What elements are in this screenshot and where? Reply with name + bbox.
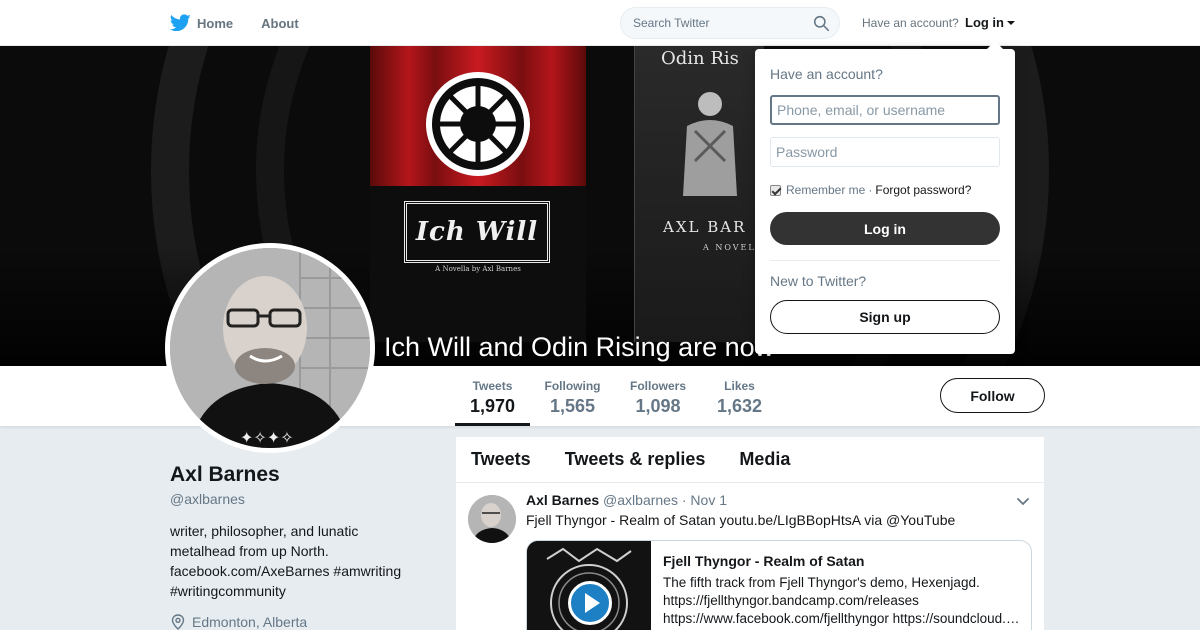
stat-label: Followers [629,379,686,393]
book1-subtitle: A Novella by Axl Barnes [435,265,521,273]
login-link-label: Log in [965,15,1004,30]
signup-button[interactable]: Sign up [770,300,1000,334]
search-box[interactable]: Search Twitter [620,7,840,39]
login-dropdown-toggle[interactable]: Log in [965,15,1015,30]
password-input[interactable] [770,137,1000,167]
play-icon[interactable] [568,581,612,625]
new-to-twitter-text: New to Twitter? [770,273,867,289]
card-desc-line: The fifth track from Fjell Thyngor's dem… [663,575,980,590]
book1-title: Ich Will [415,217,539,247]
caret-down-icon [1007,20,1015,25]
profile-avatar[interactable]: ✦✧✦✧ [165,243,375,453]
stat-followers[interactable]: Followers 1,098 [625,366,691,426]
stat-value: 1,632 [716,396,763,416]
stat-tweets[interactable]: Tweets 1,970 [455,366,530,426]
nav-about[interactable]: About [261,0,299,46]
tweet-separator: · [681,492,687,508]
follow-button[interactable]: Follow [940,378,1045,413]
dropdown-divider [770,260,1000,261]
nav-home[interactable]: Home [170,0,233,46]
book2-tagline: A NOVEL [703,243,756,252]
nav-home-label: Home [197,15,234,31]
book-cover-ich-will: Ich Will A Novella by Axl Barnes [370,46,586,342]
stat-value: 1,970 [469,396,516,416]
stat-value: 1,565 [549,396,596,416]
book-cover-odin-rising: Odin Ris AXL BAR A NOVEL [634,46,764,342]
tab-tweets-replies[interactable]: Tweets & replies [565,449,706,470]
black-sun-emblem [426,72,530,176]
location-pin-icon [171,614,185,630]
tweet-text: Fjell Thyngor - Realm of Satan youtu.be/… [526,512,956,528]
book1-title-frame: Ich Will [404,201,550,263]
card-thumbnail[interactable] [527,541,651,630]
tweet-author-name[interactable]: Axl Barnes [526,492,599,508]
forgot-password-link[interactable]: Forgot password? [875,183,971,197]
stat-likes[interactable]: Likes 1,632 [712,366,767,426]
card-description: The fifth track from Fjell Thyngor's dem… [663,574,1023,628]
card-desc-line: https://www.facebook.com/fjellthyngor ht… [663,611,1023,626]
stat-label: Likes [724,379,755,393]
remember-separator: · [868,183,873,197]
login-dropdown: Have an account? Remember me · Forgot pa… [755,41,1015,354]
card-desc-line: https://fjellthyngor.bandcamp.com/releas… [663,593,919,608]
login-button[interactable]: Log in [770,212,1000,245]
tweet-header: Axl Barnes @axlbarnes · Nov 1 [526,492,727,508]
card-title: Fjell Thyngor - Realm of Satan [663,553,865,569]
timeline-tabs: Tweets Tweets & replies Media [456,437,1044,483]
bio-line-link[interactable]: facebook.com/AxeBarnes #amwriting [170,561,420,581]
svg-text:✦✧✦✧: ✦✧✦✧ [240,428,294,447]
stat-value: 1,098 [635,396,681,416]
avatar-photo: ✦✧✦✧ [170,248,370,448]
stat-label: Following [544,379,601,393]
profile-handle[interactable]: @axlbarnes [170,491,245,507]
nav-about-label: About [261,15,299,31]
have-account-text: Have an account? [862,16,959,30]
banner-caption: Ich Will and Odin Rising are now [384,332,775,362]
stat-following[interactable]: Following 1,565 [540,366,605,426]
dropdown-heading: Have an account? [770,66,883,82]
remember-me-checkbox[interactable] [770,184,781,196]
book2-title: Odin Ris [661,48,739,69]
tweet-item[interactable]: Axl Barnes @axlbarnes · Nov 1 Fjell Thyn… [456,483,1044,630]
top-nav: Home About Search Twitter Have an accoun… [0,0,1200,46]
tweet-timestamp[interactable]: Nov 1 [690,492,727,508]
chevron-down-icon[interactable] [1016,497,1030,507]
bio-line-hashtag[interactable]: #writingcommunity [170,581,420,601]
profile-bio: writer, philosopher, and lunatic metalhe… [170,521,420,601]
link-card[interactable]: Fjell Thyngor - Realm of Satan The fifth… [526,540,1032,630]
book2-figure-illustration [683,92,737,196]
timeline: Tweets Tweets & replies Media Axl Barnes… [456,437,1044,630]
search-input[interactable]: Search Twitter [633,16,709,30]
tweet-avatar-illustration [468,495,516,543]
tweet-author-handle[interactable]: @axlbarnes [603,492,678,508]
remember-me-label[interactable]: Remember me [786,183,865,197]
nav-links: Home About [170,0,327,46]
profile-name[interactable]: Axl Barnes [170,463,280,487]
twitter-bird-icon [170,14,191,32]
bio-line: metalhead from up North. [170,543,329,559]
remember-me-row: Remember me · Forgot password? [770,183,971,197]
book2-author: AXL BAR [663,218,747,236]
username-input[interactable] [770,95,1000,125]
tweet-avatar[interactable] [468,495,516,543]
avatar-portrait-illustration: ✦✧✦✧ [170,248,370,448]
bio-line: writer, philosopher, and lunatic [170,523,359,539]
profile-location: Edmonton, Alberta [170,614,307,630]
tab-media[interactable]: Media [739,449,790,470]
location-text: Edmonton, Alberta [192,614,308,630]
search-icon[interactable] [813,15,830,32]
stat-label: Tweets [472,379,513,393]
tab-tweets[interactable]: Tweets [471,449,531,470]
